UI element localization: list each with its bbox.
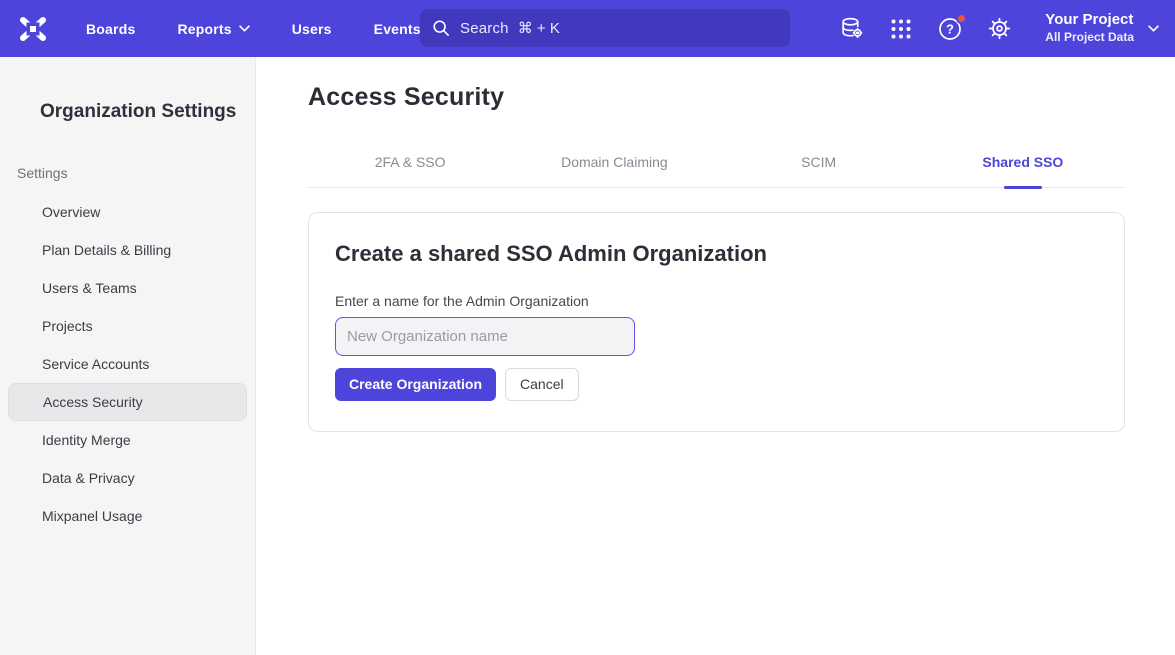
help-icon[interactable]: ? [937,16,963,42]
sidebar-item-identity-merge[interactable]: Identity Merge [8,421,247,459]
data-management-icon[interactable] [839,16,865,42]
search-placeholder: Search [460,20,509,37]
sidebar-item-projects[interactable]: Projects [8,307,247,345]
settings-sidebar: Organization Settings Settings Overview … [0,57,256,655]
primary-nav: Boards Reports Users Events [86,21,421,37]
sidebar-item-data-privacy[interactable]: Data & Privacy [8,459,247,497]
search-icon [432,19,450,37]
project-switcher[interactable]: Your Project All Project Data [1045,11,1159,45]
org-name-field-label: Enter a name for the Admin Organization [335,293,1098,309]
create-organization-button[interactable]: Create Organization [335,368,496,401]
settings-gear-icon[interactable] [986,16,1012,42]
chevron-down-icon [239,25,250,32]
sidebar-item-overview[interactable]: Overview [8,193,247,231]
org-name-input[interactable] [335,317,635,356]
topbar-actions: ? Your Project All Project Data [839,11,1159,45]
active-tab-indicator [1004,186,1042,189]
notification-dot [956,13,967,24]
sidebar-section-label: Settings [0,165,255,181]
project-subtitle: All Project Data [1045,30,1134,46]
card-title: Create a shared SSO Admin Organization [335,241,1098,267]
search-shortcut: ⌘ + K [518,19,560,37]
tab-2fa-sso[interactable]: 2FA & SSO [308,140,512,187]
sidebar-title: Organization Settings [0,101,255,123]
access-security-tabs: 2FA & SSO Domain Claiming SCIM Shared SS… [308,140,1125,188]
cancel-button[interactable]: Cancel [505,368,579,401]
nav-item-events[interactable]: Events [374,21,421,37]
create-sso-org-card: Create a shared SSO Admin Organization E… [308,212,1125,432]
svg-text:?: ? [946,21,954,36]
sidebar-item-plan-details-billing[interactable]: Plan Details & Billing [8,231,247,269]
chevron-down-icon [1148,25,1159,32]
sidebar-menu: Overview Plan Details & Billing Users & … [0,193,255,535]
sidebar-item-service-accounts[interactable]: Service Accounts [8,345,247,383]
tab-scim[interactable]: SCIM [717,140,921,187]
card-actions: Create Organization Cancel [335,368,1098,401]
page-title: Access Security [308,83,1175,112]
apps-grid-icon[interactable] [888,16,914,42]
tab-shared-sso[interactable]: Shared SSO [921,140,1125,187]
main-content: Access Security 2FA & SSO Domain Claimin… [256,57,1175,655]
mixpanel-logo-icon[interactable] [16,12,50,46]
sidebar-item-mixpanel-usage[interactable]: Mixpanel Usage [8,497,247,535]
nav-item-reports[interactable]: Reports [177,21,249,37]
sidebar-item-access-security[interactable]: Access Security [8,383,247,421]
search-input[interactable]: Search ⌘ + K [420,9,790,47]
nav-item-boards[interactable]: Boards [86,21,135,37]
project-name: Your Project [1045,11,1134,30]
sidebar-item-users-teams[interactable]: Users & Teams [8,269,247,307]
nav-item-users[interactable]: Users [292,21,332,37]
top-navigation-bar: Boards Reports Users Events Search ⌘ + K [0,0,1175,57]
tab-domain-claiming[interactable]: Domain Claiming [512,140,716,187]
